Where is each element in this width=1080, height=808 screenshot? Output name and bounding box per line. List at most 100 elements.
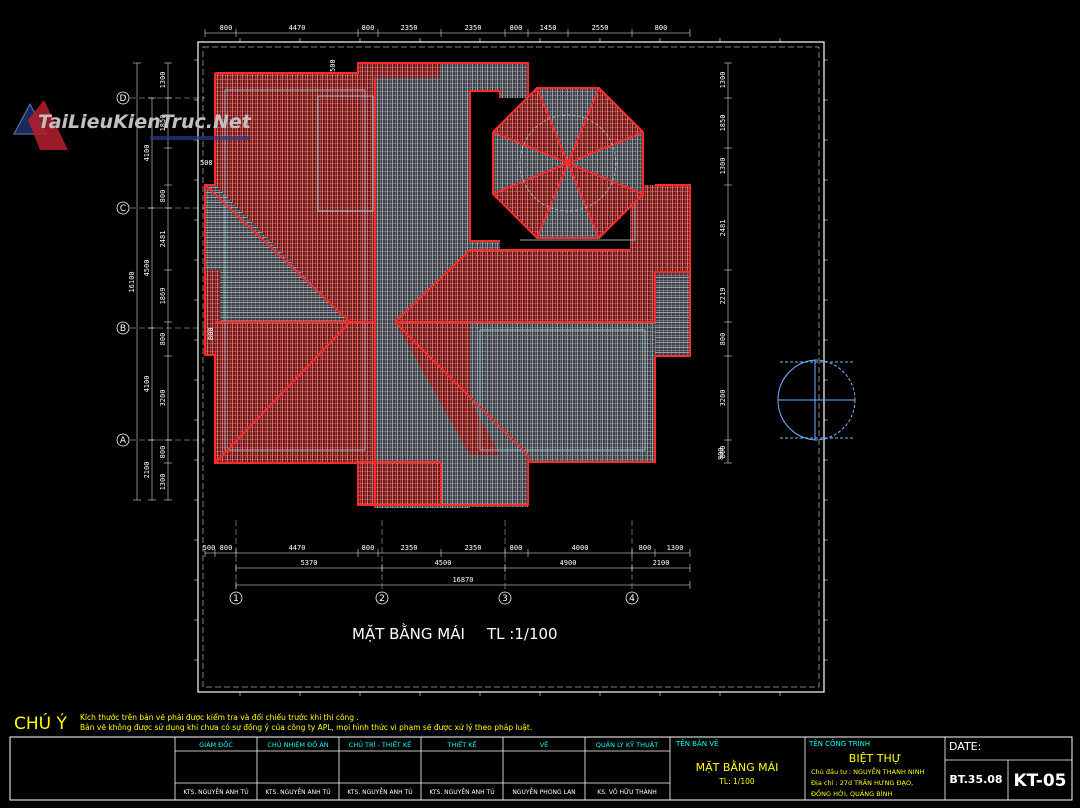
dims-bottom-2: 5370 4500 4900 2100 16870 [301, 559, 670, 584]
notes-heading: CHÚ Ý [14, 712, 68, 734]
drawing-title: MẶT BẰNG MÁI [352, 622, 465, 643]
roof-right-lower-gray [470, 322, 655, 462]
grid-column-label: 2 [379, 594, 385, 604]
dim-bottom: 4900 [560, 559, 577, 567]
dim-left-total: 16100 [128, 271, 136, 292]
grid-row-label: D [120, 94, 127, 104]
dim-top: 2350 [465, 24, 482, 32]
dim-bottom: 2350 [401, 544, 418, 552]
title-block: GIÁM ĐỐC CHỦ NHIỆM ĐỒ ÁN CHỦ TRÌ - THIẾT… [9, 736, 1073, 801]
roof-top-right-gray [500, 78, 528, 98]
dim-bottom: 4000 [572, 544, 589, 552]
drawing-scale: TL :1/100 [486, 625, 558, 643]
dim-top: 800 [655, 24, 668, 32]
watermark-text: TaiLieuKienTruc.Net [38, 111, 252, 133]
dim-top: 800 [510, 24, 523, 32]
dim-left: 2100 [143, 462, 151, 479]
roof-bottom-left-red [358, 462, 441, 505]
dim-top: 4470 [289, 24, 306, 32]
dim-misc: 800 [207, 327, 215, 340]
dim-bottom: 1300 [667, 544, 684, 552]
dim-right: 2219 [719, 288, 727, 305]
tb-header: CHỦ TRÌ - THIẾT KẾ [349, 739, 412, 749]
dim-left-inner: 1300 [159, 72, 167, 89]
dims-right: 1300 1850 1300 2481 2219 800 3200 800 [719, 72, 727, 459]
tb-name: KTS. NGUYỄN ANH TÚ [429, 788, 494, 796]
roof-bottom-gray [441, 462, 528, 507]
dim-right: 800 [719, 333, 727, 346]
tb-header: GIÁM ĐỐC [199, 739, 233, 749]
dims-bottom-1: 500 800 4470 800 2350 2350 800 4000 800 … [203, 544, 684, 552]
tb-header: CHỦ NHIỆM ĐỒ ÁN [267, 739, 328, 749]
tb-sheet-scale: TL: 1/100 [718, 777, 755, 786]
dim-bottom: 500 [203, 544, 216, 552]
dim-left-inner: 2481 [159, 231, 167, 248]
dim-bottom: 800 [220, 544, 233, 552]
octagon-dome [492, 87, 644, 239]
dim-left: 4100 [143, 376, 151, 393]
tb-address-1: Địa chỉ : 27d TRẦN HƯNG ĐẠO, [811, 777, 913, 787]
dims-top: 800 4470 800 2350 2350 800 1450 2550 800 [220, 24, 668, 32]
tb-name: NGUYỄN PHONG LAN [512, 788, 575, 796]
dim-top: 800 [220, 24, 233, 32]
dim-left-inner: 3200 [159, 390, 167, 407]
door-symbol [777, 359, 856, 441]
dim-left: 4500 [143, 260, 151, 277]
dim-bottom: 800 [362, 544, 375, 552]
tb-date-label: DATE: [949, 740, 981, 753]
tb-sheet-label: TÊN BẢN VẼ [675, 739, 718, 748]
grid-row-label: C [120, 204, 126, 214]
roof-right-eave-gray [655, 272, 690, 356]
roof-plan-drawing: 800 4470 800 2350 2350 800 1450 2550 800… [9, 24, 1073, 801]
dim-bottom: 2350 [465, 544, 482, 552]
grid-row-label: A [120, 436, 127, 446]
dim-bottom: 4500 [435, 559, 452, 567]
grid-column-label: 1 [233, 594, 239, 604]
grid-column-label: 4 [629, 594, 635, 604]
tb-name: KTS. NGUYỄN ANH TÚ [347, 788, 412, 796]
dim-top: 1450 [540, 24, 557, 32]
dim-right: 2481 [719, 220, 727, 237]
dim-right: 1850 [719, 115, 727, 132]
dim-left: 4100 [143, 145, 151, 162]
dim-top: 800 [362, 24, 375, 32]
tb-sheet-name: MẶT BẰNG MÁI [696, 760, 779, 774]
dim-misc: 500 [329, 59, 337, 72]
dim-left-inner: 1869 [159, 288, 167, 305]
dim-right: 1300 [719, 72, 727, 89]
dim-left-inner: 1300 [159, 474, 167, 491]
tb-project-name: BIỆT THỰ [849, 752, 901, 765]
tb-name: KS. VÕ HỮU THÀNH [597, 789, 656, 796]
dim-misc: 500 [200, 159, 213, 167]
dim-misc: 800 [717, 447, 725, 460]
dim-right: 3200 [719, 390, 727, 407]
dim-bottom-total: 16870 [452, 576, 473, 584]
dim-top: 2350 [401, 24, 418, 32]
tb-owner: Chủ đầu tư : NGUYỄN THANH NINH [811, 766, 925, 776]
tb-project-label: TÊN CÔNG TRÌNH [808, 739, 870, 748]
dim-bottom: 2100 [653, 559, 670, 567]
dim-right: 1300 [719, 158, 727, 175]
tb-sheet-code: KT-05 [1014, 771, 1067, 791]
tb-name: KTS. NGUYỄN ANH TÚ [183, 788, 248, 796]
dim-top: 2550 [592, 24, 609, 32]
grid-column-label: 3 [502, 594, 508, 604]
tb-header: QUẢN LÝ KỸ THUẬT [596, 740, 658, 749]
tb-header: VẼ [540, 740, 549, 749]
tb-drawing-code: BT.35.08 [949, 773, 1002, 786]
dim-left-inner: 800 [159, 190, 167, 203]
tb-address-2: ĐỒNG HỚI, QUẢNG BÌNH [811, 788, 893, 798]
grid-row-label: B [120, 324, 126, 334]
dim-left-inner: 800 [159, 333, 167, 346]
tb-name: KTS. NGUYỄN ANH TÚ [265, 788, 330, 796]
roof-left-eave [205, 270, 220, 355]
dim-bottom: 800 [510, 544, 523, 552]
notes-line-1: Kích thước trên bản vẽ phải được kiểm tr… [80, 713, 359, 722]
dim-bottom: 800 [639, 544, 652, 552]
dim-bottom: 4470 [289, 544, 306, 552]
dim-left-inner: 800 [159, 446, 167, 459]
dim-bottom: 5370 [301, 559, 318, 567]
dims-left: 16100 4100 4500 4100 2100 1300 1850 800 … [128, 72, 167, 491]
notes-line-2: Bản vẽ không được sử dụng khi chưa có sự… [80, 723, 532, 732]
tb-header: THIẾT KẾ [446, 739, 477, 749]
